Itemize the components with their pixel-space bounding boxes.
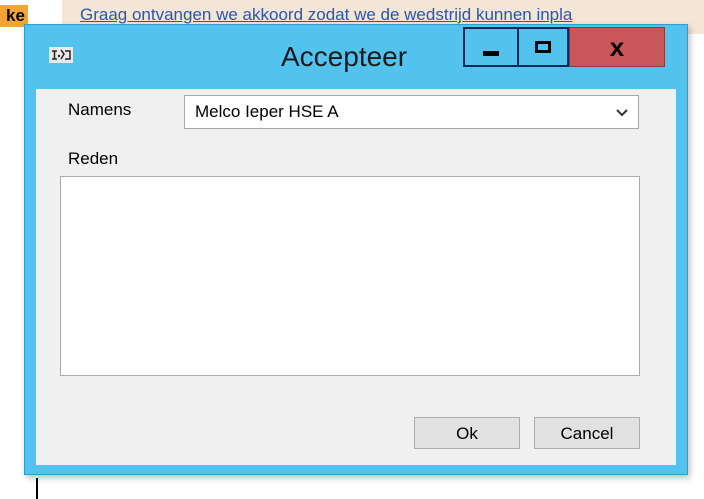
reden-textarea[interactable] <box>60 176 640 376</box>
accepteer-dialog: Accepteer x Namens Melco Ieper HSE A Red… <box>24 24 688 475</box>
close-icon: x <box>609 32 625 62</box>
close-button[interactable]: x <box>569 27 665 67</box>
window-title: Accepteer <box>281 41 408 72</box>
cancel-button[interactable]: Cancel <box>534 417 640 449</box>
minimize-button[interactable] <box>463 27 517 67</box>
text-cursor <box>36 478 38 499</box>
reden-label: Reden <box>68 149 119 168</box>
minimize-icon <box>483 50 499 56</box>
namens-dropdown[interactable]: Melco Ieper HSE A <box>184 95 639 129</box>
namens-label: Namens <box>68 100 132 119</box>
maximize-button[interactable] <box>517 27 569 67</box>
namens-selected-value: Melco Ieper HSE A <box>195 102 339 121</box>
background-notice-link[interactable]: Graag ontvangen we akkoord zodat we de w… <box>80 4 572 26</box>
chevron-down-icon[interactable] <box>614 102 630 122</box>
ok-button[interactable]: Ok <box>414 417 520 449</box>
dialog-client-area: Namens Melco Ieper HSE A Reden Ok Cancel <box>36 89 676 465</box>
maximize-icon <box>535 41 551 53</box>
app-icon <box>49 47 73 63</box>
title-bar[interactable]: Accepteer x <box>25 25 687 89</box>
